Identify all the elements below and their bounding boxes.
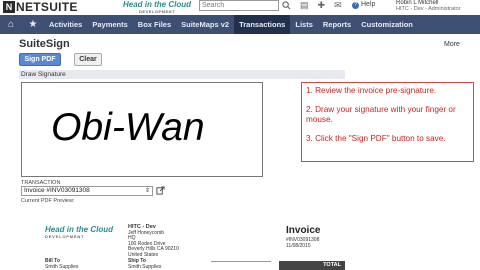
pdf-company-address: HITC - Dev Jeff Honeycomb HQ 100 Rodeo D… [128,224,179,259]
nav-transactions[interactable]: Transactions [234,15,291,34]
preview-label: Current PDF Preview: [21,198,75,204]
clear-button[interactable]: Clear [74,53,102,66]
instruction-step-1: 1. Review the invoice pre-signature. [306,86,437,95]
pdf-brand: Head in the Cloud DEVELOPMENT [45,225,113,239]
open-record-icon[interactable] [156,186,165,195]
help-link[interactable]: ? Help [352,1,375,9]
pdf-bill-to: Bill To Smith Supplies [45,258,79,270]
help-label: Help [361,1,376,8]
sign-pdf-button[interactable]: Sign PDF [19,53,61,66]
pdf-ship-to-value: Smith Supplies [128,263,162,270]
instruction-step-2: 2. Draw your signature with your finger … [306,104,456,125]
nav-payments[interactable]: Payments [87,15,132,34]
pdf-divider [211,261,271,262]
user-menu[interactable]: Robin L Mitchell HITC - Dev - Administra… [396,0,460,12]
logo-mark: N [3,1,15,13]
nav-activities[interactable]: Activities [44,15,87,34]
nav-reports[interactable]: Reports [318,15,356,34]
nav-box-files[interactable]: Box Files [133,15,176,34]
search-icon[interactable] [282,1,291,10]
top-icon-group: ▤ ✚ ✉ [300,0,342,11]
brand-tagline: DEVELOPMENT [139,9,175,14]
recent-records-icon[interactable]: ▤ [300,0,309,11]
main-navigation: ⌂ ★ Activities Payments Box Files SuiteM… [0,15,480,34]
pdf-ship-to: Ship To Smith Supplies [128,258,162,270]
home-icon[interactable]: ⌂ [0,15,22,34]
draw-signature-header: Draw Signature [19,70,345,79]
favorites-icon[interactable]: ★ [22,15,44,34]
select-arrows-icon: ⇕ [144,188,150,194]
netsuite-logo[interactable]: N NETSUITE [3,0,78,14]
pdf-invoice-meta: #INV03091308 11/08/2015 [286,237,319,249]
signature-pad[interactable]: Obi-Wan [21,82,263,177]
transaction-value: Invoice #INV03091308 [24,187,90,194]
instructions-box: 1. Review the invoice pre-signature. 2. … [301,82,474,162]
global-search-input[interactable]: Search [199,0,279,11]
transaction-select[interactable]: Invoice #INV03091308 ⇕ [21,186,153,196]
more-menu[interactable]: More [444,41,460,48]
pdf-brand-tagline: DEVELOPMENT [45,234,85,239]
pdf-invoice-date: 11/08/2015 [286,242,311,249]
company-brand: Head in the Cloud DEVELOPMENT [118,0,196,14]
nav-lists[interactable]: Lists [290,15,318,34]
help-icon: ? [352,2,359,9]
signature-drawing: Obi-Wan [51,106,205,149]
pdf-preview: Head in the Cloud DEVELOPMENT HITC - Dev… [19,205,345,270]
pdf-invoice-title: Invoice [286,225,321,236]
pdf-total-bar: TOTAL [279,261,345,270]
instruction-step-3: 3. Click the "Sign PDF" button to save. [306,133,446,143]
nav-suitemaps[interactable]: SuiteMaps v2 [176,15,234,34]
brand-name: Head in the Cloud [123,0,191,9]
notifications-icon[interactable]: ✉ [334,0,342,11]
pdf-bill-to-value: Smith Supplies [45,263,79,270]
user-role: HITC - Dev - Administrator [396,6,461,12]
logo-text: NETSUITE [16,0,78,14]
create-new-icon[interactable]: ✚ [318,0,326,11]
signature-stroke: Obi-Wan [51,106,205,149]
pdf-brand-name: Head in the Cloud [45,225,113,234]
top-header: N NETSUITE Head in the Cloud DEVELOPMENT… [0,0,480,15]
nav-customization[interactable]: Customization [356,15,418,34]
page-title: SuiteSign [19,38,70,50]
